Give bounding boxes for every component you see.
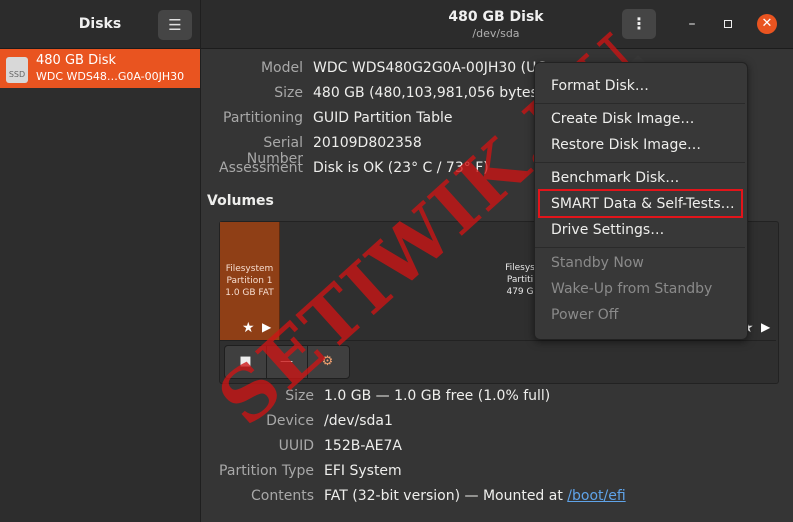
sidebar-item-disk[interactable]: SSD 480 GB Disk WDC WDS48…G0A-00JH30	[0, 49, 200, 88]
play-icon: ▶	[761, 320, 771, 334]
part-type-value: EFI System	[324, 463, 402, 479]
contents-text: FAT (32-bit version) — Mounted at	[324, 488, 568, 504]
model-value: WDC WDS480G2G0A-00JH30 (UG	[313, 60, 548, 76]
maximize-icon	[724, 20, 732, 28]
model-label: Model	[260, 60, 303, 76]
close-button[interactable]: ✕	[757, 14, 777, 34]
mount-point-link[interactable]: /boot/efi	[567, 488, 625, 504]
part-uuid-label: UUID	[278, 438, 314, 454]
sidebar-item-name: 480 GB Disk	[36, 53, 116, 68]
highlight-box	[538, 189, 743, 218]
window-subtitle: /dev/sda	[472, 27, 520, 40]
menu-item-create-image[interactable]: Create Disk Image…	[551, 111, 694, 127]
menu-separator	[535, 103, 745, 104]
menu-item-power-off: Power Off	[551, 307, 619, 323]
part-size-value: 1.0 GB — 1.0 GB free (1.0% full)	[324, 388, 551, 404]
part-uuid-value: 152B-AE7A	[324, 438, 402, 454]
menu-item-standby: Standby Now	[551, 255, 644, 271]
ssd-icon: SSD	[6, 57, 28, 83]
part-contents-label: Contents	[251, 488, 314, 504]
part-type-label: Partition Type	[219, 463, 314, 479]
maximize-button[interactable]	[718, 14, 738, 34]
hamburger-icon[interactable]: ☰	[158, 10, 192, 40]
menu-item-benchmark[interactable]: Benchmark Disk…	[551, 170, 679, 186]
menu-item-drive-settings[interactable]: Drive Settings…	[551, 222, 664, 238]
minimize-button[interactable]: –	[682, 14, 702, 34]
size-value: 480 GB (480,103,981,056 bytes)	[313, 85, 544, 101]
part-contents-value: FAT (32-bit version) — Mounted at /boot/…	[324, 488, 626, 504]
menu-separator	[535, 162, 745, 163]
part-device-value: /dev/sda1	[324, 413, 393, 429]
menu-item-format-disk[interactable]: Format Disk…	[551, 78, 649, 94]
serial-value: 20109D802358	[313, 135, 422, 151]
partitioning-value: GUID Partition Table	[313, 110, 453, 126]
menu-separator	[535, 247, 745, 248]
menu-item-wakeup: Wake-Up from Standby	[551, 281, 713, 297]
partitioning-label: Partitioning	[223, 110, 303, 126]
size-label: Size	[274, 85, 303, 101]
sidebar-item-model: WDC WDS48…G0A-00JH30	[36, 70, 185, 83]
menu-item-restore-image[interactable]: Restore Disk Image…	[551, 137, 701, 153]
window-title: 480 GB Disk	[448, 9, 544, 25]
kebab-menu-button[interactable]: ⋮	[622, 9, 656, 39]
